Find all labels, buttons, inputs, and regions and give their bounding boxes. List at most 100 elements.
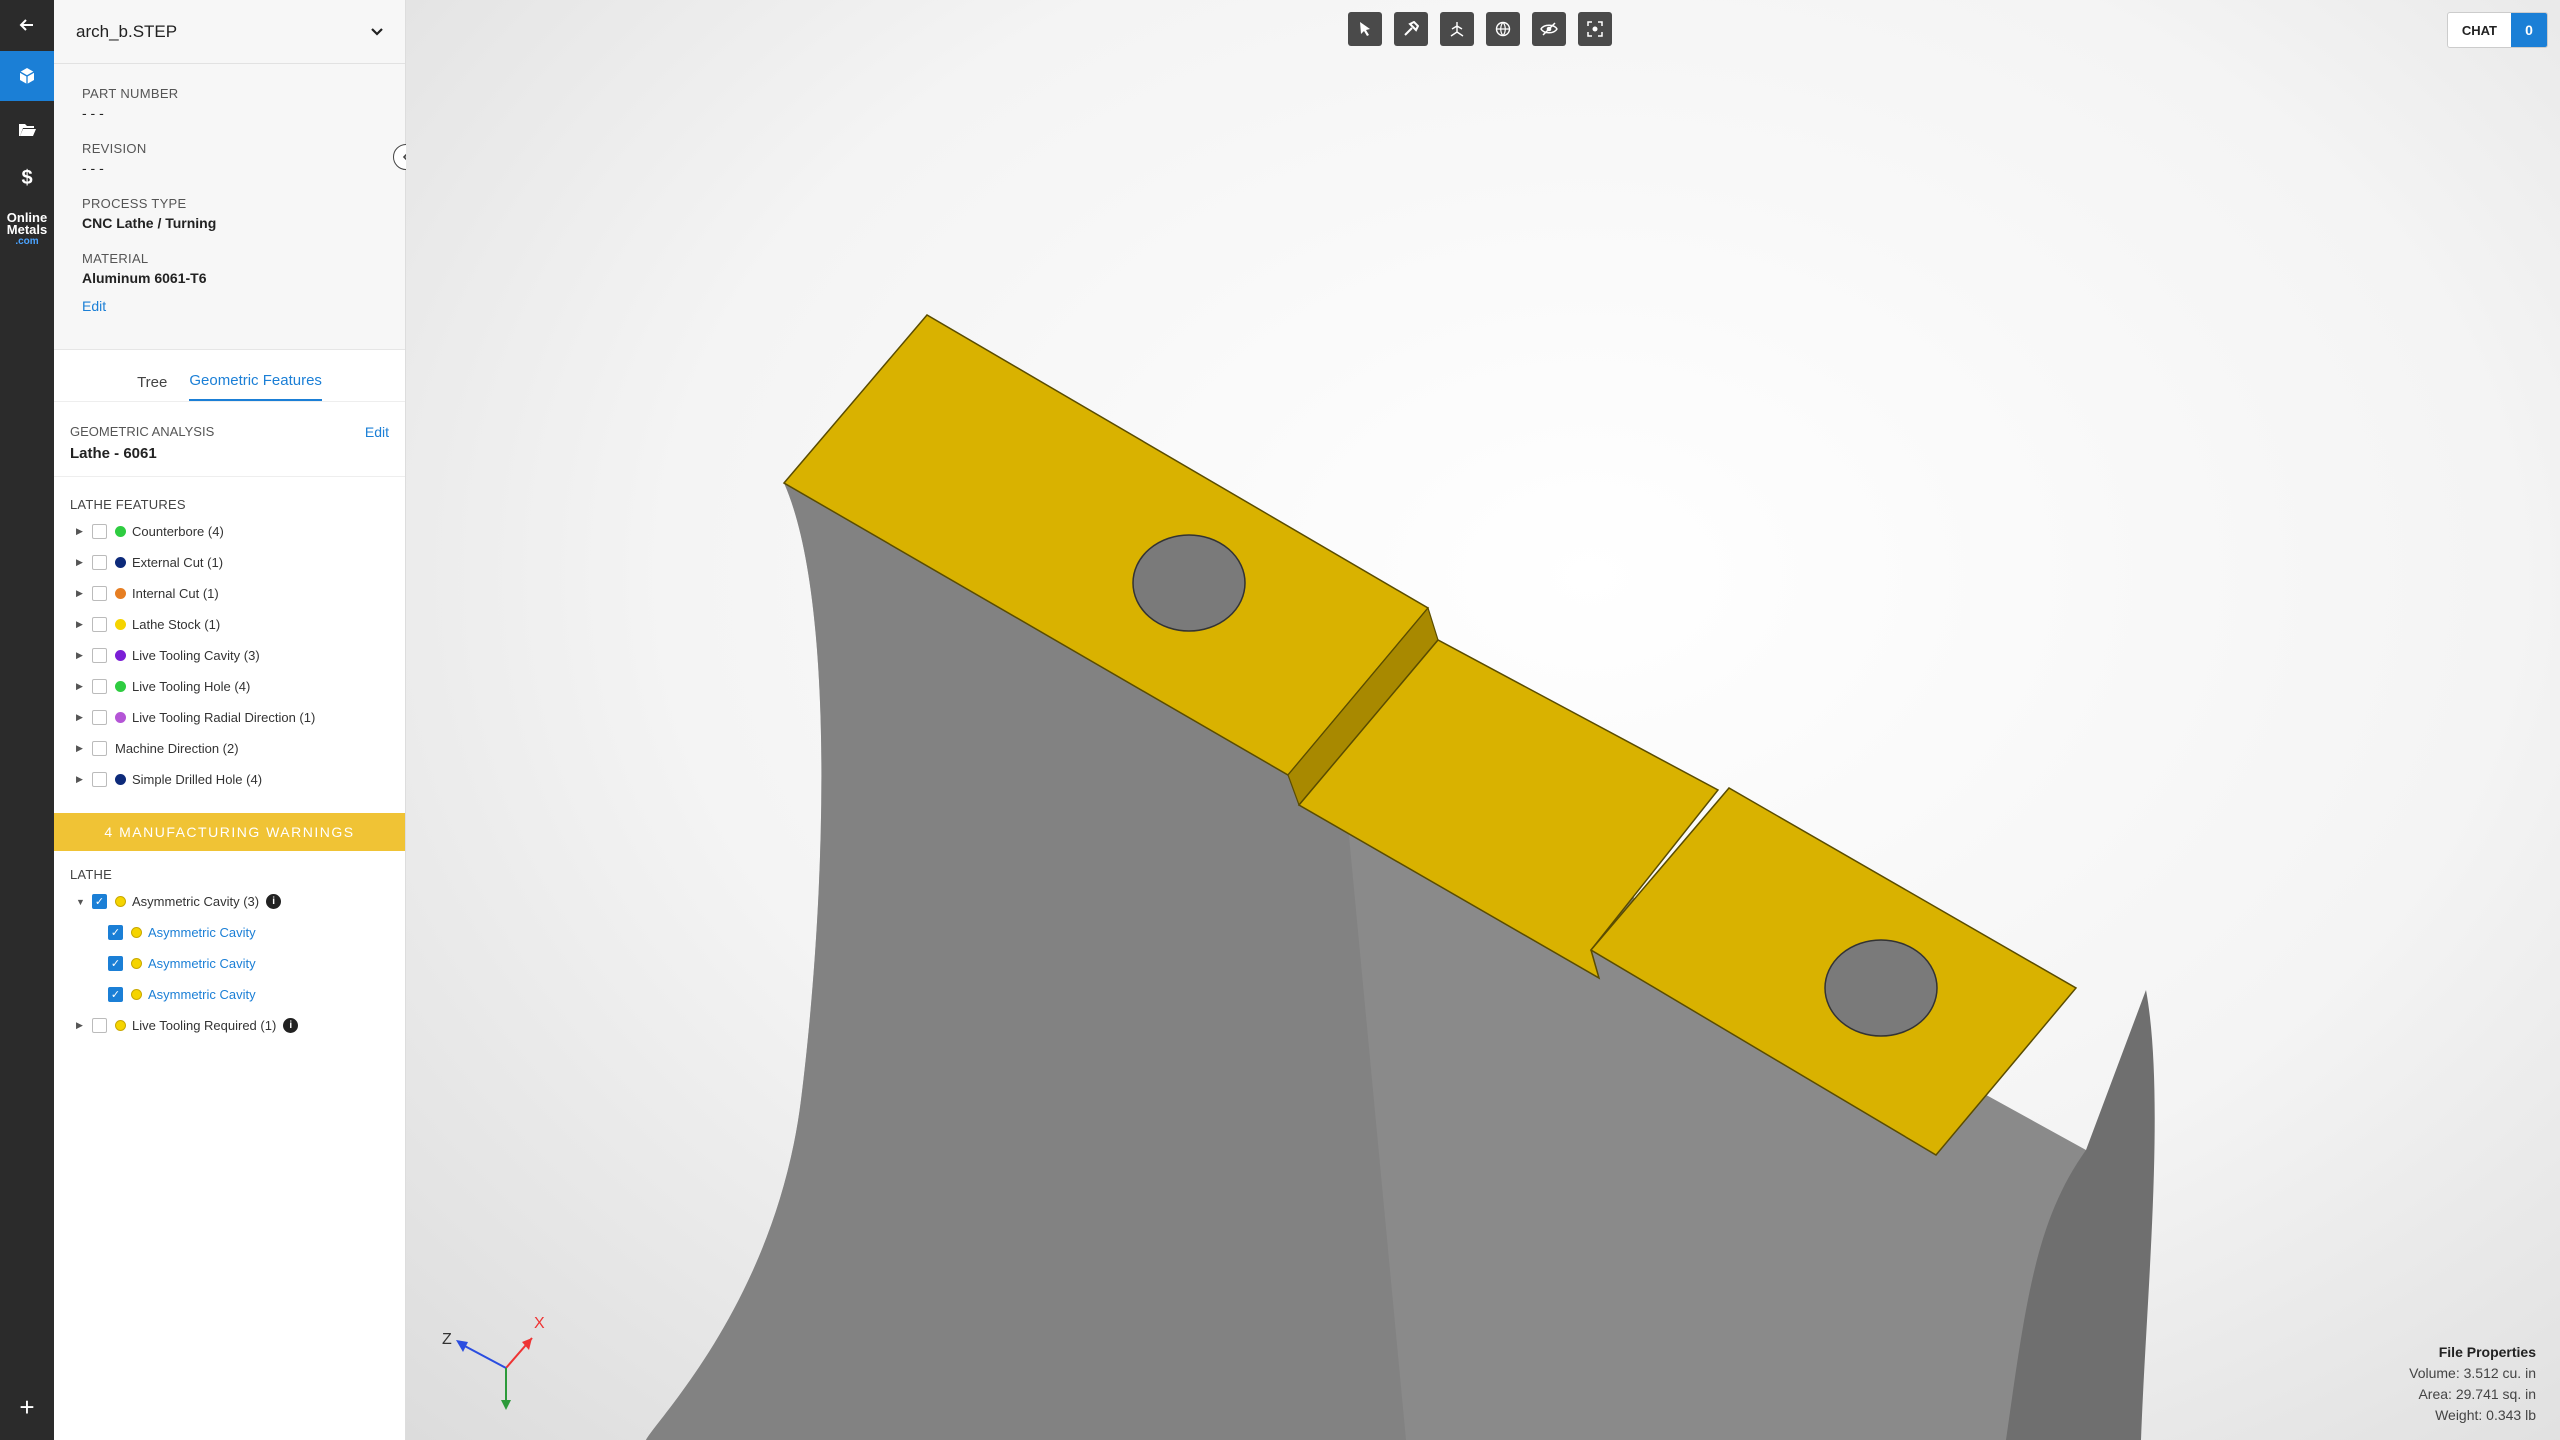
part-number: PART NUMBER - - - (82, 86, 179, 121)
feature-row[interactable]: ▶ Machine Direction (2) (54, 733, 405, 764)
feature-color-dot (115, 681, 126, 692)
checkbox[interactable] (92, 741, 107, 756)
checkbox[interactable] (92, 648, 107, 663)
status-dot (131, 989, 142, 1000)
cursor-icon (1360, 22, 1370, 36)
caret-right-icon[interactable]: ▶ (76, 1020, 86, 1031)
feature-label: External Cut (1) (132, 555, 224, 570)
feature-row[interactable]: ▶ Live Tooling Hole (4) (54, 671, 405, 702)
tab-geometric-features[interactable]: Geometric Features (189, 372, 322, 401)
measure-tool-button[interactable] (1394, 12, 1428, 46)
feature-row[interactable]: ▶ Live Tooling Cavity (3) (54, 640, 405, 671)
online-metals-logo[interactable]: Online Metals .com (0, 211, 54, 248)
toggle-visibility-button[interactable] (1532, 12, 1566, 46)
axis-z-label: Z (442, 1331, 452, 1348)
checkbox[interactable] (92, 679, 107, 694)
checkbox[interactable] (92, 617, 107, 632)
warnings-list: ▼ ✓ Asymmetric Cavity (3) i ✓ Asymmetric… (54, 882, 405, 1041)
status-dot (115, 1020, 126, 1031)
feature-label: Internal Cut (1) (132, 586, 219, 601)
feature-row[interactable]: ▶ Counterbore (4) (54, 516, 405, 547)
checkbox[interactable] (92, 524, 107, 539)
feature-label: Live Tooling Hole (4) (132, 679, 251, 694)
checkbox[interactable]: ✓ (108, 925, 123, 940)
caret-right-icon[interactable]: ▶ (76, 774, 86, 785)
select-tool-button[interactable] (1348, 12, 1382, 46)
caret-right-icon[interactable]: ▶ (76, 557, 86, 568)
explode-view-button[interactable] (1440, 12, 1474, 46)
checkbox[interactable]: ✓ (108, 956, 123, 971)
warning-item[interactable]: ✓ Asymmetric Cavity (54, 979, 405, 1010)
add-button[interactable]: + (0, 1392, 54, 1432)
feature-color-dot (115, 712, 126, 723)
checkbox[interactable]: ✓ (92, 894, 107, 909)
caret-right-icon[interactable]: ▶ (76, 619, 86, 630)
revision: REVISION - - - (82, 141, 147, 176)
geometric-analysis: GEOMETRIC ANALYSIS Lathe - 6061 Edit (54, 402, 405, 477)
caret-right-icon[interactable]: ▶ (76, 526, 86, 537)
file-name: arch_b.STEP (76, 21, 178, 41)
edit-properties-link[interactable]: Edit (82, 298, 377, 314)
caret-right-icon[interactable]: ▶ (76, 588, 86, 599)
file-selector[interactable]: arch_b.STEP (54, 0, 405, 64)
globe-view-button[interactable] (1486, 12, 1520, 46)
caret-right-icon[interactable]: ▶ (76, 743, 86, 754)
lathe-features-title: LATHE FEATURES (70, 497, 186, 512)
tab-tree[interactable]: Tree (137, 374, 167, 401)
feature-row[interactable]: ▶ Internal Cut (1) (54, 578, 405, 609)
feature-color-dot (115, 557, 126, 568)
caret-right-icon[interactable]: ▶ (76, 650, 86, 661)
feature-label: Lathe Stock (1) (132, 617, 221, 632)
checkbox[interactable] (92, 710, 107, 725)
status-dot (131, 958, 142, 969)
caret-right-icon[interactable]: ▶ (76, 681, 86, 692)
info-icon[interactable]: i (266, 894, 282, 909)
folder-open-icon (19, 124, 36, 136)
feature-row[interactable]: ▶ Live Tooling Radial Direction (1) (54, 702, 405, 733)
warning-item[interactable]: ✓ Asymmetric Cavity (54, 948, 405, 979)
model-view-button[interactable] (0, 51, 54, 101)
warning-group-live-tooling[interactable]: ▶ Live Tooling Required (1) i (54, 1010, 405, 1041)
feature-row[interactable]: ▶ Lathe Stock (1) (54, 609, 405, 640)
caret-down-icon[interactable]: ▼ (76, 897, 86, 907)
material: MATERIAL Aluminum 6061-T6 (82, 251, 207, 286)
icon-rail: $ Online Metals .com + (0, 0, 54, 1440)
fit-view-button[interactable] (1578, 12, 1612, 46)
axis-triad: X Z (442, 1315, 545, 1410)
feature-color-dot (115, 774, 126, 785)
model-viewport[interactable]: CHAT 0 X Z File Properties Volume: 3.512… (406, 0, 2560, 1440)
cube-icon (19, 68, 35, 84)
viewer-toolbar (1348, 12, 1612, 46)
dollar-icon: $ (21, 166, 33, 189)
edit-analysis-link[interactable]: Edit (365, 424, 389, 440)
feature-label: Machine Direction (2) (115, 741, 239, 756)
warning-group-asymmetric-cavity[interactable]: ▼ ✓ Asymmetric Cavity (3) i (54, 886, 405, 917)
3d-model[interactable] (406, 0, 2560, 1440)
status-dot (131, 927, 142, 938)
checkbox[interactable] (92, 555, 107, 570)
feature-row[interactable]: ▶ External Cut (1) (54, 547, 405, 578)
feature-label: Counterbore (4) (132, 524, 224, 539)
info-icon[interactable]: i (283, 1018, 299, 1033)
feature-color-dot (115, 619, 126, 630)
checkbox[interactable] (92, 586, 107, 601)
axes-icon (1450, 22, 1464, 37)
caret-right-icon[interactable]: ▶ (76, 712, 86, 723)
focus-icon (1587, 21, 1603, 37)
files-button[interactable] (0, 104, 54, 154)
eye-off-icon (1540, 22, 1558, 36)
chat-count-badge: 0 (2511, 13, 2547, 47)
manufacturing-warnings-banner[interactable]: 4 MANUFACTURING WARNINGS (54, 813, 405, 851)
feature-row[interactable]: ▶ Simple Drilled Hole (4) (54, 764, 405, 795)
axis-x-label: X (534, 1315, 545, 1332)
checkbox[interactable]: ✓ (108, 987, 123, 1002)
checkbox[interactable] (92, 1018, 107, 1033)
feature-color-dot (115, 526, 126, 537)
warning-item[interactable]: ✓ Asymmetric Cavity (54, 917, 405, 948)
pricing-button[interactable]: $ (0, 153, 54, 203)
chat-button[interactable]: CHAT 0 (2446, 12, 2548, 48)
file-properties: File Properties Volume: 3.512 cu. in Are… (2409, 1344, 2536, 1423)
checkbox[interactable] (92, 772, 107, 787)
hammer-icon (1404, 21, 1419, 36)
back-button[interactable] (0, 0, 54, 50)
